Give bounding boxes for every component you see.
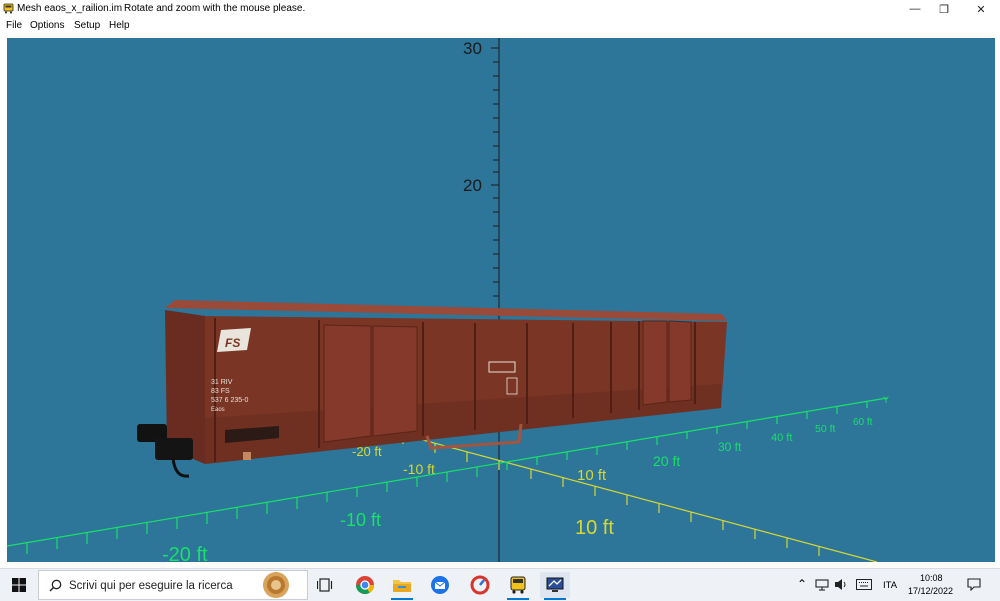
wagon-marking-4: Eaos [211, 407, 225, 413]
menu-setup[interactable]: Setup [74, 20, 100, 31]
mesh-viewer-icon [546, 577, 564, 592]
3d-viewport[interactable]: 30 20 -20 ft -10 ft 10 ft 10 ft -20 ft -… [7, 38, 995, 562]
wagon-door-left-1 [323, 324, 372, 443]
close-button[interactable]: ✕ [964, 0, 998, 18]
freight-wagon-model[interactable]: FS 31 RIV 83 FS 537 6 235-0 Eaos [137, 300, 727, 478]
vertical-axis [491, 38, 500, 562]
taskbar-train-app[interactable] [503, 572, 533, 600]
taskbar-mesh-viewer[interactable] [540, 572, 570, 600]
axis-tick-20: 20 [463, 176, 482, 195]
wagon-marking-1: 31 RIV [211, 379, 233, 386]
taskbar-ccleaner[interactable] [465, 572, 495, 598]
chrome-icon [356, 576, 374, 595]
task-view-button[interactable] [310, 572, 340, 598]
fs-logo-text: FS [225, 336, 240, 350]
scene-canvas[interactable]: 30 20 -20 ft -10 ft 10 ft 10 ft -20 ft -… [7, 38, 995, 562]
window-hint: Rotate and zoom with the mouse please. [124, 3, 306, 14]
restore-button[interactable]: ❐ [927, 0, 961, 18]
menu-file[interactable]: File [6, 20, 22, 31]
clock-time[interactable]: 10:08 [920, 573, 943, 583]
ccleaner-icon [470, 575, 490, 595]
wagon-marking-2: 83 FS [211, 388, 230, 395]
axis-tick-30: 30 [463, 39, 482, 58]
windows-logo-icon [12, 578, 26, 592]
wagon-hook [243, 452, 251, 460]
wagon-door-right-1 [642, 320, 668, 406]
train-app-icon [510, 576, 526, 594]
green-axis-label-30: 30 ft [718, 440, 742, 454]
taskbar-file-explorer[interactable] [387, 572, 417, 600]
taskbar-thunderbird[interactable] [425, 572, 455, 598]
green-axis-label-20: 20 ft [653, 453, 680, 469]
menu-bar: File Options Setup Help [0, 18, 1000, 33]
green-axis-label-neg10: -10 ft [340, 510, 381, 530]
green-axis-name: Y [883, 395, 889, 405]
green-axis-label-40: 40 ft [771, 432, 792, 444]
search-box[interactable]: Scrivi qui per eseguire la ricerca [38, 570, 308, 600]
menu-help[interactable]: Help [109, 20, 130, 31]
coupling-hose [171, 457, 190, 478]
thunderbird-icon [431, 576, 449, 594]
green-axis-label-60: 60 ft [853, 417, 873, 428]
tray-overflow-icon[interactable]: ⌃ [797, 577, 807, 591]
task-view-icon [317, 578, 333, 592]
network-icon[interactable] [815, 579, 829, 591]
clock-date[interactable]: 17/12/2022 [908, 586, 953, 596]
yellow-axis-label-10-near: 10 ft [575, 517, 614, 539]
green-axis-label-neg20: -20 ft [162, 544, 208, 562]
yellow-axis-label-10-far: 10 ft [577, 467, 607, 484]
wagon-door-left-2 [372, 325, 418, 437]
title-bar: Mesh eaos_x_railion.im Rotate and zoom w… [0, 0, 1000, 18]
train-app-icon [3, 3, 14, 14]
taskbar-chrome[interactable] [350, 572, 380, 598]
keyboard-icon[interactable] [856, 579, 872, 590]
search-placeholder: Scrivi qui per eseguire la ricerca [69, 580, 233, 592]
wagon-door-right-2 [668, 320, 692, 403]
notifications-icon[interactable] [967, 578, 981, 591]
search-icon [49, 579, 62, 592]
file-explorer-icon [393, 580, 411, 592]
wagon-marking-3: 537 6 235-0 [211, 397, 248, 404]
window-title: Mesh eaos_x_railion.im [17, 3, 123, 14]
taskbar: Scrivi qui per eseguire la ricerca ⌃ ITA… [0, 568, 1000, 601]
language-indicator[interactable]: ITA [883, 580, 897, 591]
menu-options[interactable]: Options [30, 20, 64, 31]
buffer-lower [155, 438, 193, 460]
green-axis-label-50: 50 ft [815, 423, 836, 435]
search-highlight-icon [263, 572, 289, 598]
volume-icon[interactable] [834, 578, 848, 591]
start-button[interactable] [0, 569, 38, 601]
